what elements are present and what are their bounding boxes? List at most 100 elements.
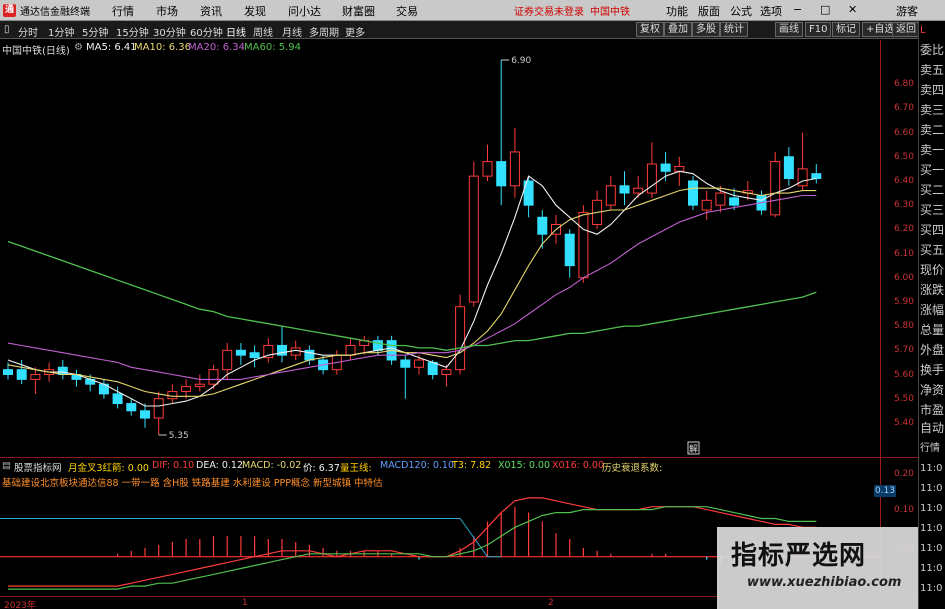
menu-item-function[interactable]: 功能 [666, 3, 688, 19]
field-macd120: MACD120: 0.10 [380, 460, 454, 471]
field-x015: X015: 0.00 [498, 460, 551, 471]
settings-gear-icon[interactable]: ⚙ [74, 42, 83, 53]
ma5-label: MA5: 6.41 [86, 42, 137, 53]
time-label-feb: 2 [548, 598, 554, 608]
multi-stock-button[interactable]: 多股 [692, 22, 720, 37]
field-decline-coef: 历史衰退系数: [602, 463, 663, 474]
side-panel-item[interactable]: 卖一 [920, 143, 945, 158]
side-panel-item[interactable]: 买一 [920, 163, 945, 178]
side-panel-item[interactable]: 卖三 [920, 103, 945, 118]
candle [701, 190, 712, 220]
period-tab-60min[interactable]: 60分钟 [190, 24, 223, 39]
adjust-button[interactable]: 复权 [636, 22, 664, 37]
period-tab-15min[interactable]: 15分钟 [116, 24, 149, 39]
period-tab-timeshare[interactable]: 分时 [18, 24, 38, 39]
side-panel-item[interactable]: 涨幅 [920, 303, 945, 318]
price-tick-label: 6.30 [893, 200, 914, 211]
candle [277, 326, 287, 363]
period-tab-5min[interactable]: 5分钟 [82, 24, 108, 39]
side-panel-item[interactable]: 11:0 [920, 501, 945, 516]
indicator-menu-icon[interactable]: ▤ [2, 460, 11, 471]
side-panel-item[interactable]: 11:0 [920, 561, 945, 576]
menu-item-options[interactable]: 选项 [760, 3, 782, 19]
price-tick-label: 6.20 [893, 224, 914, 235]
candle [578, 205, 589, 283]
side-panel-item[interactable]: 换手 [920, 363, 945, 378]
main-chart-area[interactable]: 6.90 5.35 解 [0, 40, 880, 455]
current-value-badge: 0.13 [874, 485, 896, 497]
side-panel-item[interactable]: L [920, 23, 945, 38]
menu-item-layout[interactable]: 版面 [698, 3, 720, 19]
side-panel-item[interactable]: 净资 [920, 383, 945, 398]
menu-item-news[interactable]: 资讯 [200, 3, 222, 19]
side-panel-item[interactable]: 11:0 [920, 581, 945, 596]
side-panel-item[interactable]: 卖二 [920, 123, 945, 138]
guest-login[interactable]: 游客 [896, 3, 918, 19]
side-panel-item[interactable]: 买四 [920, 223, 945, 238]
side-panel-item[interactable]: 自动 [920, 421, 945, 436]
side-panel-item[interactable]: 买二 [920, 183, 945, 198]
indicator-name[interactable]: 股票指标网 [14, 460, 62, 474]
side-panel-item[interactable]: 现价 [920, 263, 945, 278]
ma20-label: MA20: 6.34 [188, 42, 246, 53]
side-panel-item[interactable]: 外盘 [920, 343, 945, 358]
chart-mode-icon[interactable]: ▯ [4, 24, 10, 35]
candle [783, 147, 794, 186]
menu-item-ask[interactable]: 问小达 [288, 3, 321, 19]
candle [400, 355, 411, 399]
close-icon[interactable]: ✕ [848, 3, 857, 16]
menu-item-market[interactable]: 市场 [156, 3, 178, 19]
menu-item-discover[interactable]: 发现 [244, 3, 266, 19]
side-panel-item[interactable]: 买三 [920, 203, 945, 218]
candle [633, 176, 644, 198]
menu-item-wealth[interactable]: 财富圈 [342, 3, 375, 19]
period-tab-30min[interactable]: 30分钟 [153, 24, 186, 39]
side-panel-item[interactable]: 11:0 [920, 541, 945, 556]
side-panel-item[interactable]: 总量 [920, 323, 945, 338]
candle [345, 338, 356, 360]
menu-item-quotes[interactable]: 行情 [112, 3, 134, 19]
period-tab-multi[interactable]: 多周期 [309, 24, 339, 39]
period-tab-daily[interactable]: 日线 [226, 24, 246, 39]
pane-divider[interactable] [0, 457, 918, 458]
candle [263, 338, 274, 363]
price-tick-label: 5.80 [893, 321, 914, 332]
side-panel-item[interactable]: 11:0 [920, 461, 945, 476]
menu-item-trade[interactable]: 交易 [396, 3, 418, 19]
side-panel-item[interactable]: 卖四 [920, 83, 945, 98]
period-tab-1min[interactable]: 1分钟 [48, 24, 74, 39]
side-panel-item[interactable]: 市盈 [920, 403, 945, 418]
field-dea: DEA: 0.12 [196, 460, 244, 471]
candle [509, 127, 520, 198]
side-panel-item[interactable]: 委比 [920, 43, 945, 58]
menu-item-formula[interactable]: 公式 [730, 3, 752, 19]
period-tab-weekly[interactable]: 周线 [253, 24, 273, 39]
candle [235, 343, 246, 365]
watermark-title: 指标严选网 [731, 541, 867, 571]
candle [249, 345, 260, 368]
period-tab-more[interactable]: 更多 [345, 24, 365, 39]
maximize-icon[interactable]: □ [820, 3, 830, 16]
period-tab-monthly[interactable]: 月线 [282, 24, 302, 39]
candlestick-chart: 6.90 5.35 解 [3, 56, 822, 455]
event-marker-label[interactable]: 解 [689, 443, 698, 455]
time-label-year: 2023年 [4, 601, 36, 609]
side-panel-item[interactable]: 11:0 [920, 481, 945, 496]
field-x016: X016: 0.00 [552, 460, 605, 471]
field-macd: MACD: -0.02 [242, 460, 302, 471]
mark-button[interactable]: 标记 [832, 22, 860, 37]
candle [30, 367, 41, 394]
time-label-jan: 1 [242, 598, 248, 608]
draw-button[interactable]: 画线 [775, 22, 803, 37]
side-panel-item[interactable]: 买五 [920, 243, 945, 258]
overlay-button[interactable]: 叠加 [664, 22, 692, 37]
side-panel-item[interactable]: 涨跌 [920, 283, 945, 298]
login-notice[interactable]: 证券交易未登录 [514, 3, 584, 18]
stats-button[interactable]: 统计 [720, 22, 748, 37]
back-button[interactable]: 返回 [892, 22, 920, 37]
f10-button[interactable]: F10 [805, 22, 832, 37]
side-panel-item[interactable]: 卖五 [920, 63, 945, 78]
minimize-icon[interactable]: − [793, 3, 802, 16]
side-panel-item[interactable]: 行情 [920, 441, 945, 456]
side-panel-item[interactable]: 11:0 [920, 521, 945, 536]
